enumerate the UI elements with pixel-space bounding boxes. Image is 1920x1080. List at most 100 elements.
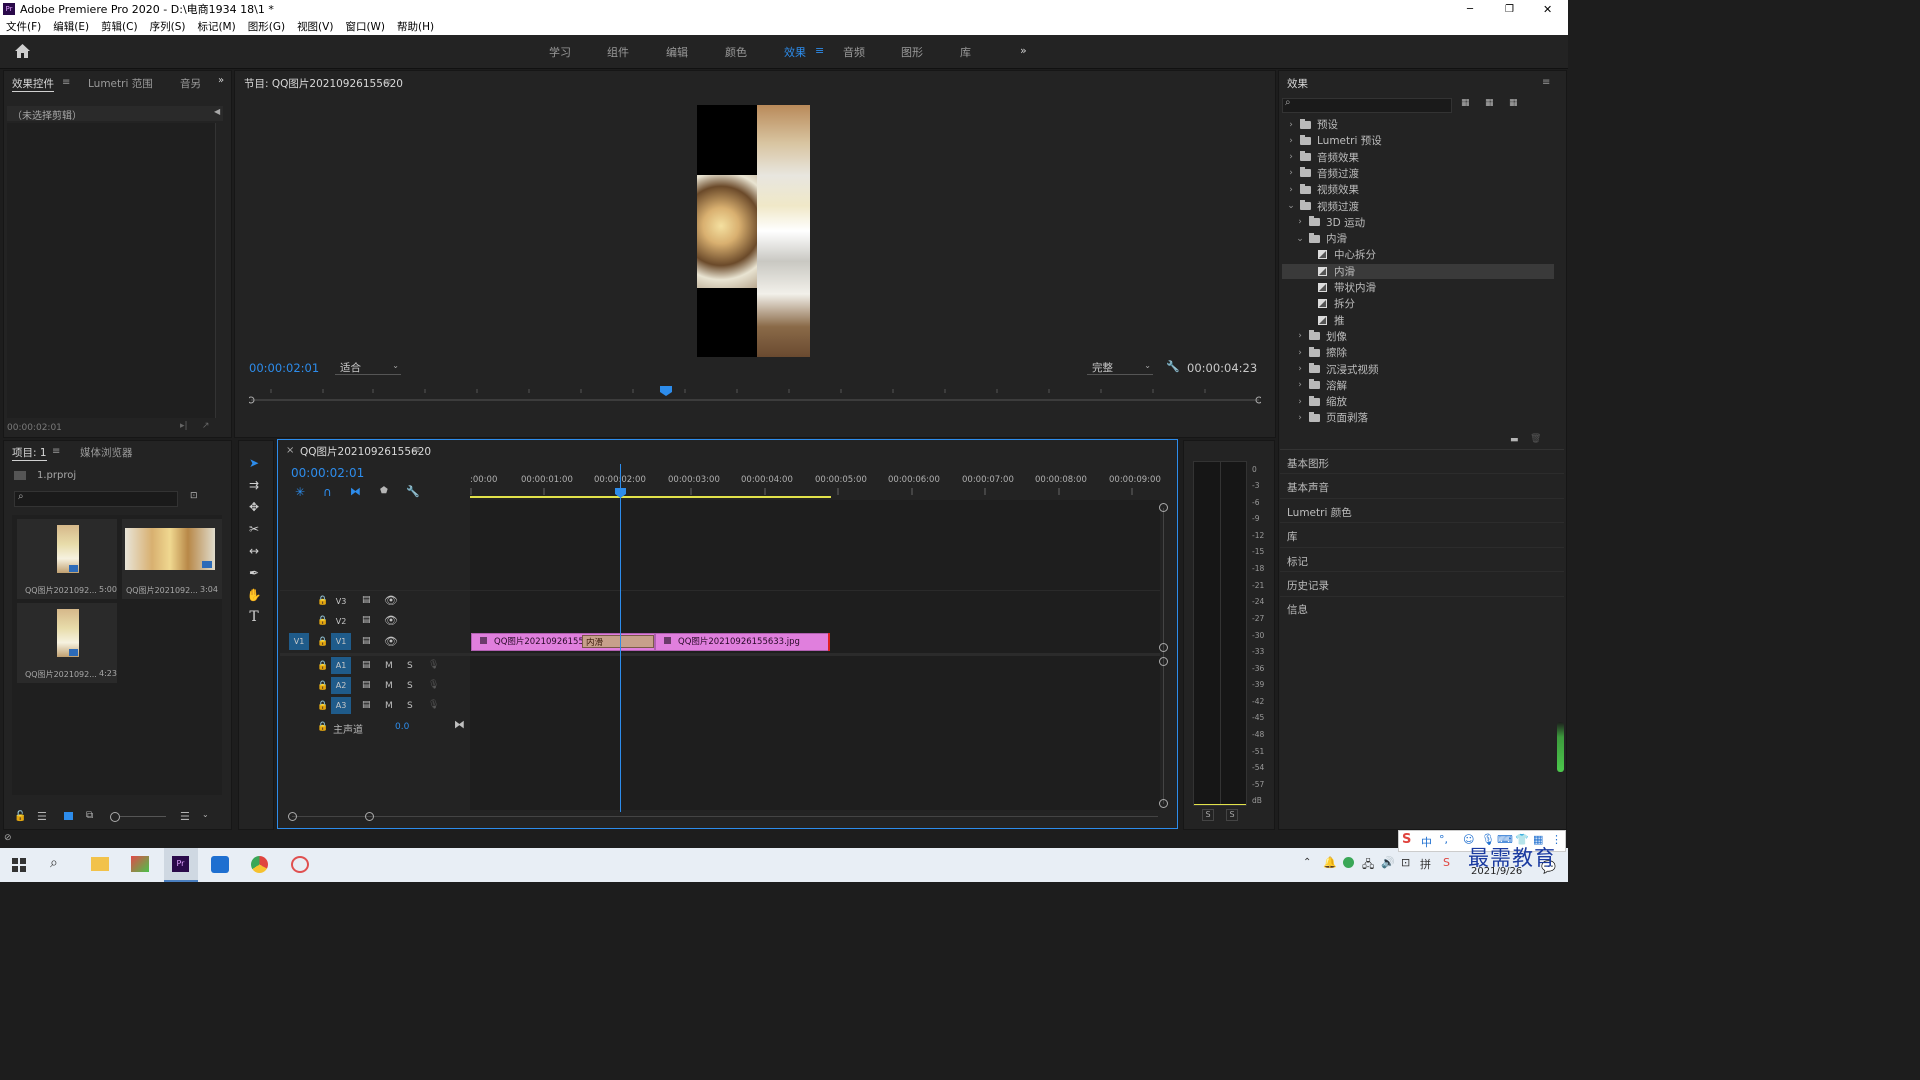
solo-left-button[interactable]: S [1202, 809, 1214, 821]
timeline-timecode[interactable]: 00:00:02:01 [291, 466, 364, 480]
chevron-right-icon[interactable]: › [1286, 168, 1296, 178]
yuv-effects-icon[interactable]: ▦ [1509, 98, 1518, 108]
zoom-handle-left[interactable] [288, 812, 297, 821]
sync-lock-icon[interactable]: ▤ [362, 660, 371, 670]
lock-icon[interactable]: 🔒 [317, 722, 328, 732]
scroll-handle[interactable] [1159, 657, 1168, 666]
filter-clip-icon[interactable]: ▸| [180, 421, 188, 431]
delete-icon[interactable]: 🗑 [1530, 434, 1541, 444]
minimize-button[interactable]: ─ [1467, 4, 1473, 15]
add-marker-icon[interactable]: ⬟ [380, 486, 388, 496]
tray-expand-icon[interactable]: ⌃ [1303, 857, 1311, 868]
effect-folder[interactable]: ⌄ 内滑 [1282, 231, 1554, 246]
panel-lumetri-color[interactable]: Lumetri 颜色 [1287, 505, 1352, 520]
chevron-right-icon[interactable]: › [1295, 364, 1305, 374]
panel-history[interactable]: 历史记录 [1287, 578, 1329, 593]
menu-file[interactable]: 文件(F) [6, 19, 41, 34]
panel-markers[interactable]: 标记 [1287, 554, 1308, 569]
linked-selection-icon[interactable]: ⧓ [350, 485, 361, 498]
microphone-icon[interactable]: 🎙 [428, 660, 439, 670]
workspace-tab-graphics[interactable]: 图形 [901, 44, 923, 60]
sogou-icon[interactable]: S [1402, 832, 1411, 847]
tab-lumetri-scopes[interactable]: Lumetri 范围 [88, 76, 153, 91]
solo-right-button[interactable]: S [1226, 809, 1238, 821]
panel-libraries[interactable]: 库 [1287, 529, 1298, 544]
menu-marker[interactable]: 标记(M) [197, 19, 235, 34]
chevron-right-icon[interactable]: › [1295, 380, 1305, 390]
track-label-a2[interactable]: A2 [331, 677, 351, 694]
tray-app-icon[interactable]: ⊡ [1401, 856, 1410, 869]
tab-media-browser[interactable]: 媒体浏览器 [80, 445, 133, 460]
app-icon[interactable] [211, 856, 229, 873]
effect-item[interactable]: 推 [1282, 313, 1554, 328]
project-item[interactable]: QQ图片2021092... 4:23 [17, 603, 117, 683]
track-label-v3[interactable]: V3 [331, 593, 351, 610]
solo-button[interactable]: S [407, 661, 413, 671]
close-window-button[interactable]: ✕ [1543, 3, 1552, 16]
lock-icon[interactable]: 🔒 [317, 681, 328, 691]
lock-icon[interactable]: 🔒 [317, 616, 328, 626]
zoom-slider-handle[interactable] [110, 812, 120, 822]
chevron-right-icon[interactable]: › [1286, 185, 1296, 195]
effect-folder[interactable]: › 页面剥落 [1282, 410, 1554, 425]
solo-button[interactable]: S [407, 681, 413, 691]
project-item[interactable]: QQ图片2021092... 5:00 [17, 519, 117, 599]
workspace-tab-libraries[interactable]: 库 [960, 44, 971, 60]
sync-lock-icon[interactable]: ▤ [362, 680, 371, 690]
chrome-icon[interactable] [251, 856, 268, 873]
slip-tool-icon[interactable]: ↔ [245, 542, 263, 560]
mute-button[interactable]: M [385, 701, 393, 711]
playhead-handle[interactable] [615, 488, 626, 498]
track-label-v1[interactable]: V1 [331, 633, 351, 650]
vertical-scrollbar[interactable] [1163, 508, 1164, 804]
menu-window[interactable]: 窗口(W) [345, 19, 385, 34]
effects-menu-icon[interactable]: ≡ [1542, 77, 1550, 88]
workspace-tab-assembly[interactable]: 组件 [607, 44, 629, 60]
chevron-down-icon[interactable]: ⌄ [202, 810, 209, 819]
menu-clip[interactable]: 剪辑(C) [101, 19, 138, 34]
chevron-right-icon[interactable]: › [1295, 348, 1305, 358]
fit-select[interactable]: 适合 ⌄ [335, 360, 401, 375]
mute-button[interactable]: M [385, 681, 393, 691]
workspace-menu-icon[interactable]: ≡ [815, 44, 824, 57]
project-item[interactable]: QQ图片2021092... 3:04 [122, 519, 222, 599]
eye-icon[interactable]: 👁 [384, 594, 398, 607]
list-view-icon[interactable]: ☰ [37, 810, 47, 823]
menu-view[interactable]: 视图(V) [297, 19, 333, 34]
lock-icon[interactable]: 🔒 [317, 637, 328, 647]
pen-tool-icon[interactable]: ✒ [245, 564, 263, 582]
sequence-menu-icon[interactable]: ≡ [412, 445, 420, 456]
notification-icon[interactable]: 🔔 [1323, 856, 1337, 869]
find-icon[interactable]: ⊡ [190, 491, 198, 501]
effect-folder[interactable]: › 视频效果 [1282, 182, 1554, 197]
scroll-handle[interactable] [1159, 503, 1168, 512]
effect-folder[interactable]: › 沉浸式视频 [1282, 362, 1554, 377]
menu-sequence[interactable]: 序列(S) [150, 19, 186, 34]
close-sequence-button[interactable]: × [286, 445, 294, 456]
chevron-right-icon[interactable]: › [1286, 152, 1296, 162]
lock-icon[interactable]: 🔒 [317, 596, 328, 606]
effect-folder[interactable]: › Lumetri 预设 [1282, 133, 1554, 148]
go-to-end-icon[interactable]: ⧓ [454, 718, 465, 731]
chevron-down-icon[interactable]: ⌄ [1286, 201, 1296, 211]
eye-icon[interactable]: 👁 [384, 614, 398, 627]
app-icon[interactable] [291, 856, 309, 873]
sync-lock-icon[interactable]: ▤ [362, 595, 371, 605]
effect-item[interactable]: 中心拆分 [1282, 247, 1554, 262]
app-icon[interactable] [131, 856, 149, 872]
type-tool-icon[interactable]: T [245, 608, 263, 626]
panel-menu-icon[interactable]: ≡ [62, 77, 70, 88]
search-icon[interactable]: ⌕ [50, 855, 58, 871]
razor-tool-icon[interactable]: ✂ [245, 520, 263, 538]
scroll-handle[interactable] [1159, 643, 1168, 652]
speaker-icon[interactable]: 🔊 [1381, 856, 1395, 869]
track-label-v2[interactable]: V2 [331, 613, 351, 630]
tab-project[interactable]: 项目: 1 [12, 445, 47, 461]
ripple-edit-tool-icon[interactable]: ✥ [245, 498, 263, 516]
effect-folder[interactable]: › 划像 [1282, 329, 1554, 344]
program-timecode[interactable]: 00:00:02:01 [249, 361, 319, 375]
chevron-right-icon[interactable]: › [1286, 120, 1296, 130]
track-label-a1[interactable]: A1 [331, 657, 351, 674]
32bit-effects-icon[interactable]: ▦ [1485, 98, 1494, 108]
ime-mode-label[interactable]: 中 [1421, 834, 1432, 850]
